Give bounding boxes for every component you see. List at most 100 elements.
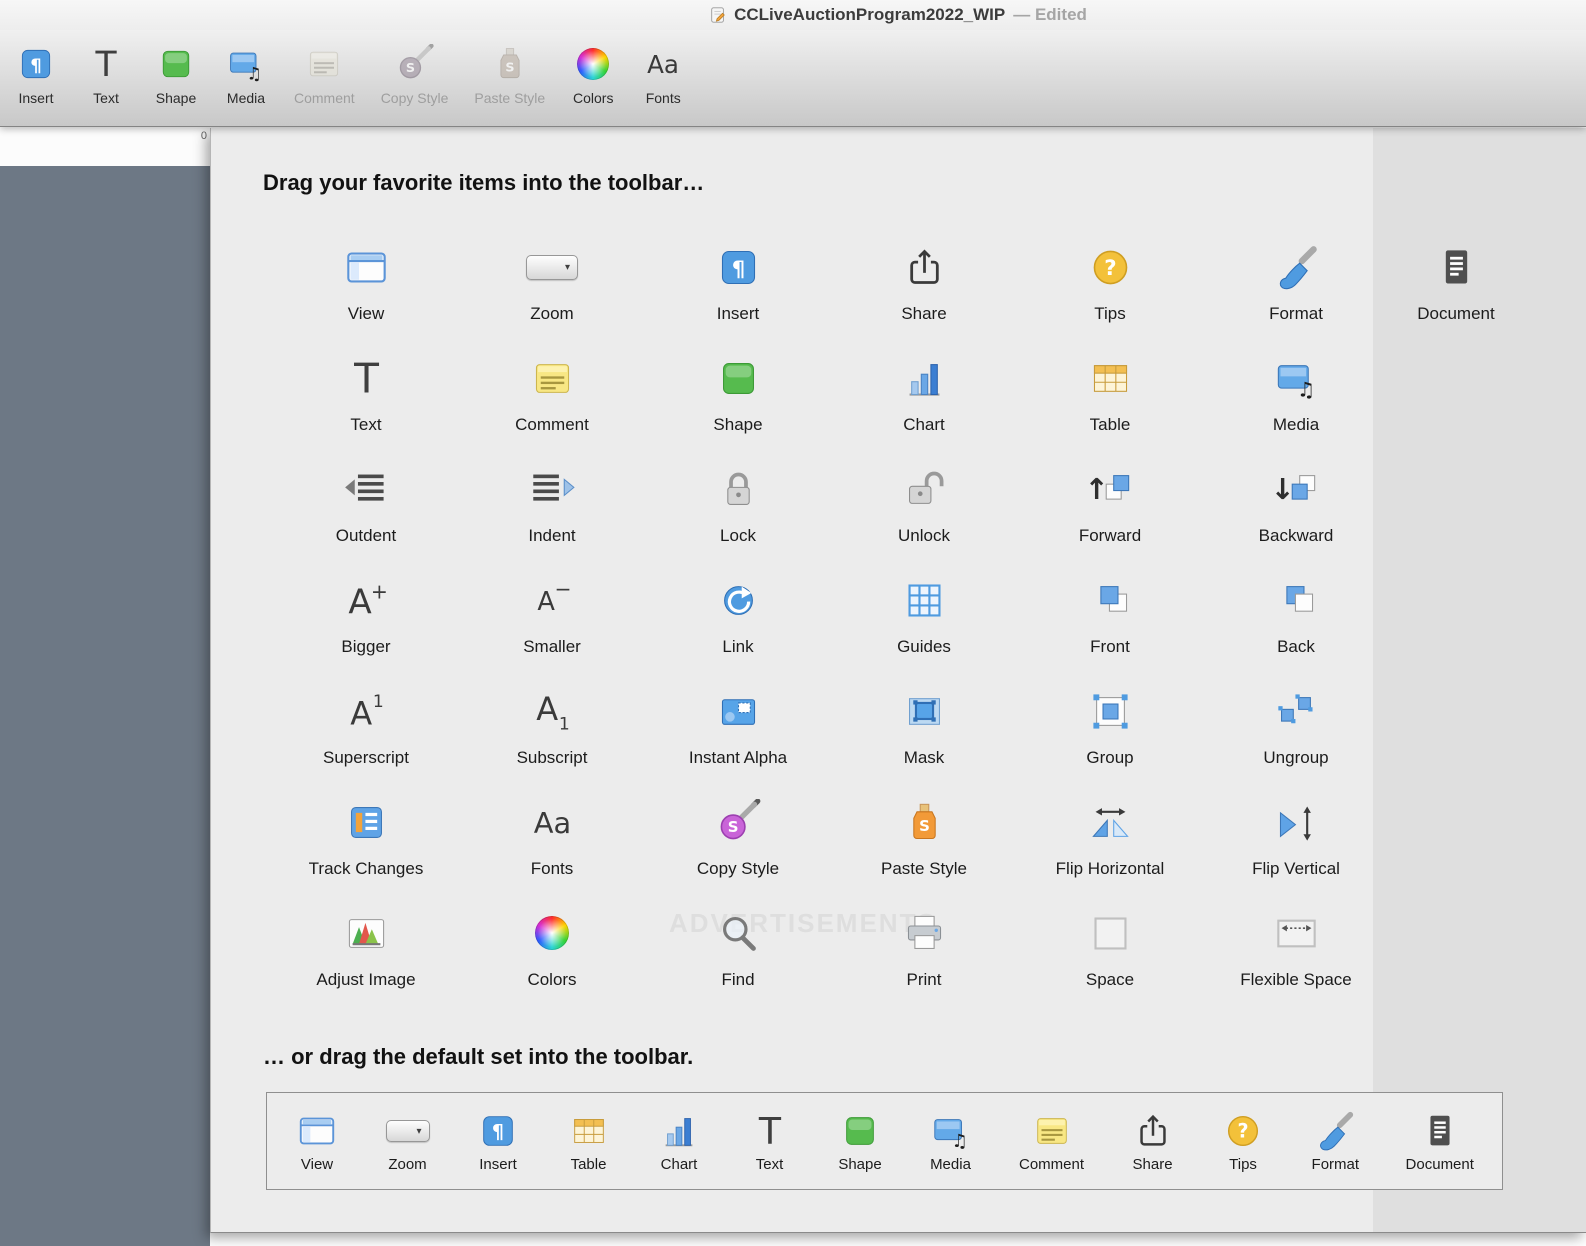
grid-item-ungroup[interactable]: Ungroup — [1203, 672, 1389, 783]
svg-text:Aa: Aa — [533, 806, 570, 840]
def-item-insert[interactable]: ¶ Insert — [476, 1109, 520, 1173]
grid-item-link[interactable]: Link — [645, 561, 831, 672]
def-item-table[interactable]: Table — [567, 1109, 611, 1173]
item-label: Front — [1090, 637, 1130, 656]
grid-item-lock[interactable]: Lock — [645, 450, 831, 561]
grid-item-insert[interactable]: ¶ Insert — [645, 228, 831, 339]
text-icon: T — [340, 353, 392, 403]
grid-item-copy-style[interactable]: S Copy Style — [645, 783, 831, 894]
toolbar-item-media[interactable]: ♫ Media — [224, 30, 268, 106]
def-item-tips[interactable]: ? Tips — [1221, 1109, 1265, 1173]
item-label: Zoom — [530, 304, 574, 323]
grid-item-adjust-image[interactable]: Adjust Image — [273, 894, 459, 1005]
grid-item-text[interactable]: T Text — [273, 339, 459, 450]
grid-item-document[interactable]: Document — [1363, 228, 1549, 339]
grid-item-unlock[interactable]: Unlock — [831, 450, 1017, 561]
grid-item-zoom[interactable]: ▾ Zoom — [459, 228, 645, 339]
item-label: Tips — [1094, 304, 1126, 323]
grid-item-superscript[interactable]: A 1 Superscript — [273, 672, 459, 783]
def-item-share[interactable]: Share — [1131, 1109, 1175, 1173]
toolbar-item-fonts[interactable]: Aa Fonts — [641, 30, 685, 106]
toolbar-item-insert[interactable]: ¶ Insert — [14, 30, 58, 106]
grid-item-subscript[interactable]: A 1 Subscript — [459, 672, 645, 783]
chart-icon — [898, 353, 950, 403]
item-label: Instant Alpha — [688, 748, 788, 767]
item-label: Lock — [720, 526, 756, 545]
link-icon — [712, 575, 764, 625]
toolbar-item-colors[interactable]: Colors — [571, 30, 615, 106]
grid-item-mask[interactable]: Mask — [831, 672, 1017, 783]
ruler-strip: 0 — [0, 128, 210, 167]
toolbar-item-copy-style[interactable]: S Copy Style — [381, 30, 448, 106]
grid-item-outdent[interactable]: Outdent — [273, 450, 459, 561]
def-item-format[interactable]: Format — [1312, 1109, 1359, 1173]
toolbar-item-paste-style[interactable]: S Paste Style — [474, 30, 545, 106]
grid-item-smaller[interactable]: A − Smaller — [459, 561, 645, 672]
grid-item-tips[interactable]: ? Tips — [1017, 228, 1203, 339]
media-icon: ♫ — [1270, 353, 1322, 403]
toolbar-item-comment[interactable]: Comment — [294, 30, 355, 106]
grid-item-chart[interactable]: Chart — [831, 339, 1017, 450]
outdent-icon — [340, 464, 392, 514]
def-item-text[interactable]: T Text — [748, 1109, 792, 1173]
grid-item-share[interactable]: Share — [831, 228, 1017, 339]
grid-item-table[interactable]: Table — [1017, 339, 1203, 450]
item-label: Space — [1085, 970, 1135, 989]
grid-item-flexible-space[interactable]: Flexible Space — [1203, 894, 1389, 1005]
grid-item-fonts[interactable]: Aa Fonts — [459, 783, 645, 894]
grid-item-media[interactable]: ♫ Media — [1203, 339, 1389, 450]
item-label: Find — [721, 970, 755, 989]
def-item-view[interactable]: View — [295, 1109, 339, 1173]
grid-item-forward[interactable]: ↑ Forward — [1017, 450, 1203, 561]
toolbar-item-shape[interactable]: Shape — [154, 30, 198, 106]
grid-item-view[interactable]: View — [273, 228, 459, 339]
def-item-document[interactable]: Document — [1406, 1109, 1474, 1173]
def-item-shape[interactable]: Shape — [838, 1109, 882, 1173]
def-item-zoom[interactable]: ▾ Zoom — [385, 1109, 430, 1173]
def-item-chart[interactable]: Chart — [657, 1109, 701, 1173]
grid-item-space[interactable]: Space — [1017, 894, 1203, 1005]
grid-item-indent[interactable]: Indent — [459, 450, 645, 561]
svg-text:S: S — [505, 59, 514, 74]
zoom-icon: ▾ — [385, 1109, 430, 1153]
item-label: Zoom — [388, 1156, 427, 1173]
insert-icon: ¶ — [712, 242, 764, 292]
grid-item-track-changes[interactable]: Track Changes — [273, 783, 459, 894]
grid-item-shape[interactable]: Shape — [645, 339, 831, 450]
item-label: Document — [1417, 304, 1495, 323]
window-edited-suffix: — Edited — [1013, 5, 1087, 24]
back-icon — [1270, 575, 1322, 625]
grid-item-comment[interactable]: Comment — [459, 339, 645, 450]
grid-item-front[interactable]: Front — [1017, 561, 1203, 672]
share-icon — [1131, 1109, 1175, 1153]
svg-text:♫: ♫ — [246, 64, 261, 84]
grid-item-flip-horizontal[interactable]: Flip Horizontal — [1017, 783, 1203, 894]
grid-item-format[interactable]: Format — [1203, 228, 1389, 339]
item-label: Format — [1269, 304, 1323, 323]
forward-icon: ↑ — [1084, 464, 1136, 514]
grid-item-guides[interactable]: Guides — [831, 561, 1017, 672]
grid-item-flip-vertical[interactable]: Flip Vertical — [1203, 783, 1389, 894]
toolbar-item-text[interactable]: T Text — [84, 30, 128, 106]
document-proxy-icon[interactable] — [709, 6, 727, 24]
grid-item-backward[interactable]: ↓ Backward — [1203, 450, 1389, 561]
grid-item-paste-style[interactable]: S Paste Style — [831, 783, 1017, 894]
item-label: Copy Style — [696, 859, 780, 878]
item-label: Ungroup — [1263, 748, 1329, 767]
grid-item-find[interactable]: Find — [645, 894, 831, 1005]
grid-item-print[interactable]: Print — [831, 894, 1017, 1005]
def-item-media[interactable]: ♫ Media — [929, 1109, 973, 1173]
item-label: Fonts — [530, 859, 574, 878]
grid-item-group[interactable]: Group — [1017, 672, 1203, 783]
grid-item-colors[interactable]: Colors — [459, 894, 645, 1005]
svg-text:¶: ¶ — [492, 1121, 504, 1144]
fonts-icon: Aa — [642, 43, 684, 85]
grid-item-instant-alpha[interactable]: Instant Alpha — [645, 672, 831, 783]
toolbar-items-grid: View ▾ Zoom ¶ Insert Share? Tips Format T Text Com… — [273, 228, 1389, 1005]
media-icon: ♫ — [929, 1109, 973, 1153]
item-label: Media — [1272, 415, 1320, 434]
grid-item-bigger[interactable]: A + Bigger — [273, 561, 459, 672]
def-item-comment[interactable]: Comment — [1019, 1109, 1084, 1173]
svg-text:T: T — [94, 45, 117, 84]
grid-item-back[interactable]: Back — [1203, 561, 1389, 672]
